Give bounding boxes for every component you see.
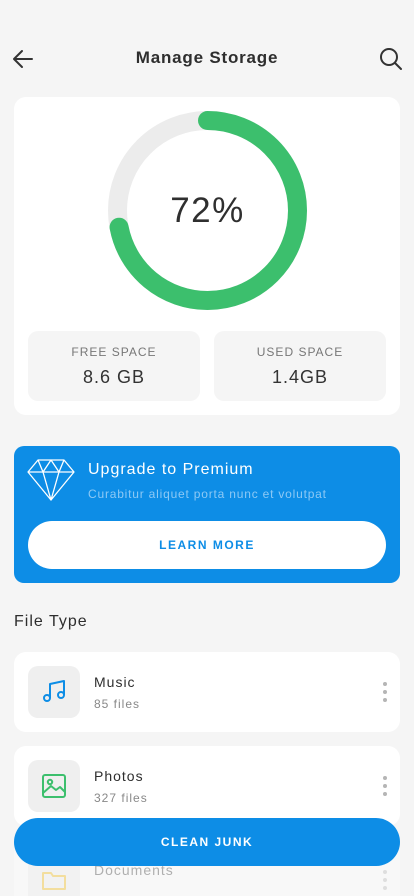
used-space-value: 1.4GB [271,367,329,387]
diamond-icon [27,459,75,501]
free-space-label: FREE SPACE [71,345,157,359]
music-note-icon [43,680,65,702]
header: Manage Storage [0,36,414,80]
folder-icon [42,872,66,890]
file-type-count: 85 files [94,697,141,711]
search-icon[interactable] [378,46,404,72]
used-percent-label: 72% [170,190,245,230]
used-space-box: USED SPACE 1.4GB [214,331,386,401]
learn-more-button[interactable]: LEARN MORE [28,521,386,569]
free-space-value: 8.6 GB [82,367,146,387]
image-icon [42,774,66,798]
more-vertical-icon[interactable] [378,680,392,704]
music-icon-tile [28,666,80,718]
file-type-heading: File Type [14,613,88,630]
storage-gauge: 72% [106,109,309,312]
manage-storage-screen: Manage Storage 72% FREE SPACE 8.6 GB USE… [0,0,414,896]
photos-icon-tile [28,760,80,812]
more-vertical-icon[interactable] [378,868,392,892]
file-type-name: Music [94,674,136,690]
file-type-item-photos[interactable]: Photos 327 files [14,746,400,826]
file-type-name: Photos [94,768,144,784]
file-type-item-music[interactable]: Music 85 files [14,652,400,732]
used-space-label: USED SPACE [256,345,344,359]
premium-subtitle: Curabitur aliquet porta nunc et volutpat [88,487,327,501]
premium-title: Upgrade to Premium [88,461,254,478]
storage-card: 72% FREE SPACE 8.6 GB USED SPACE 1.4GB [14,97,400,415]
premium-banner: Upgrade to Premium Curabitur aliquet por… [14,446,400,583]
file-type-count: 327 files [94,791,148,805]
more-vertical-icon[interactable] [378,774,392,798]
clean-junk-button[interactable]: CLEAN JUNK [14,818,400,866]
page-title: Manage Storage [135,48,279,67]
free-space-box: FREE SPACE 8.6 GB [28,331,200,401]
